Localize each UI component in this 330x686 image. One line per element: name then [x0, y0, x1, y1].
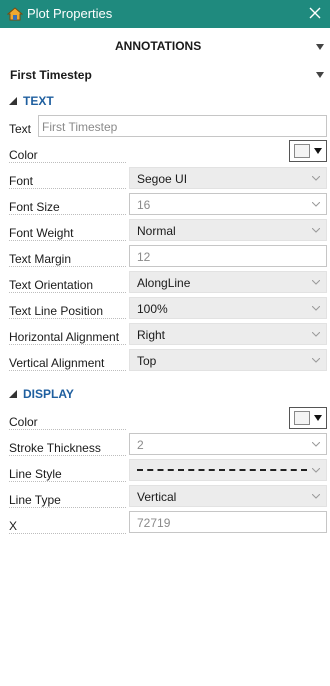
dropdown-arrow-icon — [312, 306, 320, 311]
line-type-label: Line Type — [9, 493, 61, 507]
line-style-label: Line Style — [9, 467, 62, 481]
stroke-thickness-label: Stroke Thickness — [9, 441, 101, 455]
window-title: Plot Properties — [27, 6, 113, 21]
display-group-header[interactable]: DISPLAY — [0, 386, 330, 404]
title-bar: Plot Properties — [0, 0, 330, 28]
text-margin-label: Text Margin — [9, 252, 72, 266]
x-input[interactable]: 72719 — [129, 511, 327, 533]
vertical-alignment-select[interactable]: Top — [129, 349, 327, 371]
text-margin-value: 12 — [137, 250, 151, 264]
text-group-header[interactable]: TEXT — [0, 93, 330, 111]
stroke-thickness-select[interactable]: 2 — [129, 433, 327, 455]
dropdown-arrow-icon — [312, 358, 320, 363]
divider — [9, 266, 126, 267]
font-weight-value: Normal — [137, 224, 176, 238]
text-line-position-select[interactable]: 100% — [129, 297, 327, 319]
text-line-position-label: Text Line Position — [9, 304, 104, 318]
dropdown-arrow-icon — [312, 176, 320, 181]
color-swatch — [294, 144, 310, 158]
color-swatch — [294, 411, 310, 425]
dropdown-arrow-icon — [314, 148, 322, 154]
text-color-picker[interactable] — [289, 140, 327, 162]
font-value: Segoe UI — [137, 172, 188, 186]
divider — [9, 162, 126, 163]
divider — [9, 481, 126, 482]
annotations-section-header[interactable]: ANNOTATIONS — [0, 30, 330, 60]
dropdown-arrow-icon — [312, 442, 320, 447]
horizontal-alignment-label: Horizontal Alignment — [9, 330, 120, 344]
line-type-value: Vertical — [137, 490, 177, 504]
collapse-triangle-icon[interactable] — [9, 390, 17, 398]
text-group-label: TEXT — [23, 94, 54, 108]
divider — [9, 429, 126, 430]
line-type-select[interactable]: Vertical — [129, 485, 327, 507]
text-line-position-value: 100% — [137, 302, 168, 316]
divider — [9, 318, 126, 319]
stroke-thickness-value: 2 — [137, 438, 144, 452]
divider — [9, 188, 126, 189]
dropdown-arrow-icon — [312, 228, 320, 233]
annotations-label: ANNOTATIONS — [115, 39, 202, 53]
font-weight-select[interactable]: Normal — [129, 219, 327, 241]
line-style-select[interactable] — [129, 459, 327, 481]
text-label: Text — [9, 122, 32, 136]
dropdown-arrow-icon — [314, 415, 322, 421]
text-input-value: First Timestep — [42, 120, 118, 134]
chevron-down-icon[interactable] — [316, 72, 324, 78]
divider — [9, 240, 126, 241]
home-icon — [7, 7, 23, 21]
text-orientation-value: AlongLine — [137, 276, 191, 290]
divider — [9, 370, 126, 371]
selected-annotation-label: First Timestep — [10, 68, 92, 82]
dropdown-arrow-icon — [312, 332, 320, 337]
font-size-label: Font Size — [9, 200, 60, 214]
font-size-value: 16 — [137, 198, 151, 212]
horizontal-alignment-value: Right — [137, 328, 166, 342]
text-color-label: Color — [9, 148, 38, 162]
divider — [9, 344, 126, 345]
text-orientation-select[interactable]: AlongLine — [129, 271, 327, 293]
vertical-alignment-label: Vertical Alignment — [9, 356, 105, 370]
chevron-down-icon[interactable] — [316, 44, 324, 50]
font-label: Font — [9, 174, 34, 188]
font-size-select[interactable]: 16 — [129, 193, 327, 215]
divider — [9, 533, 126, 534]
dashed-line-preview — [137, 469, 307, 471]
font-select[interactable]: Segoe UI — [129, 167, 327, 189]
x-value: 72719 — [137, 516, 171, 530]
close-icon[interactable] — [307, 5, 323, 21]
divider — [9, 292, 126, 293]
divider — [9, 507, 126, 508]
display-color-label: Color — [9, 415, 38, 429]
divider — [9, 214, 126, 215]
dropdown-arrow-icon — [312, 468, 320, 473]
text-orientation-label: Text Orientation — [9, 278, 94, 292]
dropdown-arrow-icon — [312, 280, 320, 285]
text-margin-input[interactable]: 12 — [129, 245, 327, 267]
horizontal-alignment-select[interactable]: Right — [129, 323, 327, 345]
dropdown-arrow-icon — [312, 494, 320, 499]
text-input[interactable]: First Timestep — [38, 115, 327, 137]
divider — [9, 455, 126, 456]
font-weight-label: Font Weight — [9, 226, 74, 240]
collapse-triangle-icon[interactable] — [9, 97, 17, 105]
display-color-picker[interactable] — [289, 407, 327, 429]
vertical-alignment-value: Top — [137, 354, 157, 368]
selected-annotation-header[interactable]: First Timestep — [0, 59, 330, 89]
x-label: X — [9, 519, 18, 533]
display-group-label: DISPLAY — [23, 387, 74, 401]
dropdown-arrow-icon — [312, 202, 320, 207]
